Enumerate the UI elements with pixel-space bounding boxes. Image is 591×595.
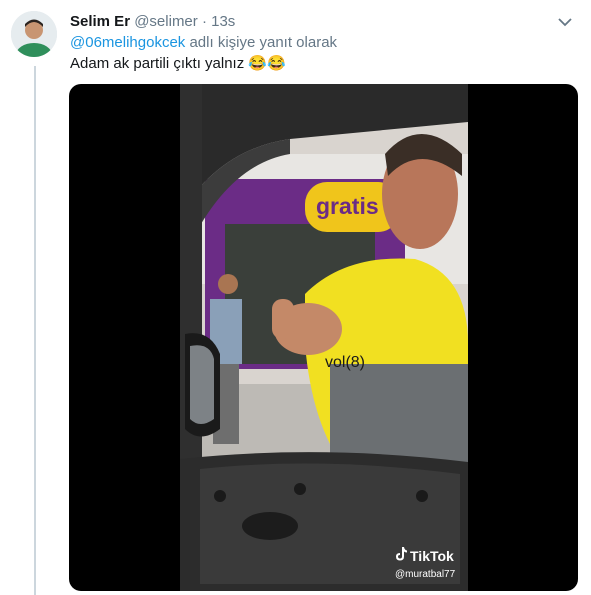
- video-overlay-text: vol(8): [325, 354, 366, 371]
- tiktok-logo-icon: [395, 547, 407, 564]
- tiktok-watermark: TikTok @muratbal77: [395, 547, 455, 580]
- tweet-header: Selim Er @selimer · 13s: [70, 12, 581, 32]
- separator: ·: [201, 13, 207, 30]
- shop-sign-text: gratis: [316, 193, 379, 219]
- tweet-timestamp[interactable]: 13s: [211, 13, 235, 30]
- author-name[interactable]: Selim Er: [70, 13, 130, 30]
- video-player[interactable]: gratis vol(8) TikTok @muratbal77: [69, 84, 578, 591]
- reply-suffix: adlı kişiye yanıt olarak: [189, 34, 338, 51]
- thread-line: [34, 66, 36, 595]
- tweet-body: Adam ak partili çıktı yalnız: [70, 55, 245, 72]
- tweet-text: Adam ak partili çıktı yalnız 😂😂: [70, 54, 286, 74]
- chevron-down-icon[interactable]: [555, 12, 575, 32]
- tiktok-brand-text: TikTok: [410, 547, 454, 564]
- laughing-emoji-icon: 😂😂: [248, 55, 286, 72]
- avatar-image: [11, 11, 57, 57]
- avatar[interactable]: [11, 11, 57, 57]
- video-scene: gratis: [180, 84, 468, 591]
- author-handle[interactable]: @selimer: [134, 13, 198, 30]
- reply-mention-link[interactable]: @06melihgokcek: [70, 34, 185, 51]
- video-frame: gratis vol(8): [180, 84, 468, 591]
- reply-context: @06melihgokcek adlı kişiye yanıt olarak: [70, 33, 337, 53]
- tiktok-username: @muratbal77: [395, 569, 456, 580]
